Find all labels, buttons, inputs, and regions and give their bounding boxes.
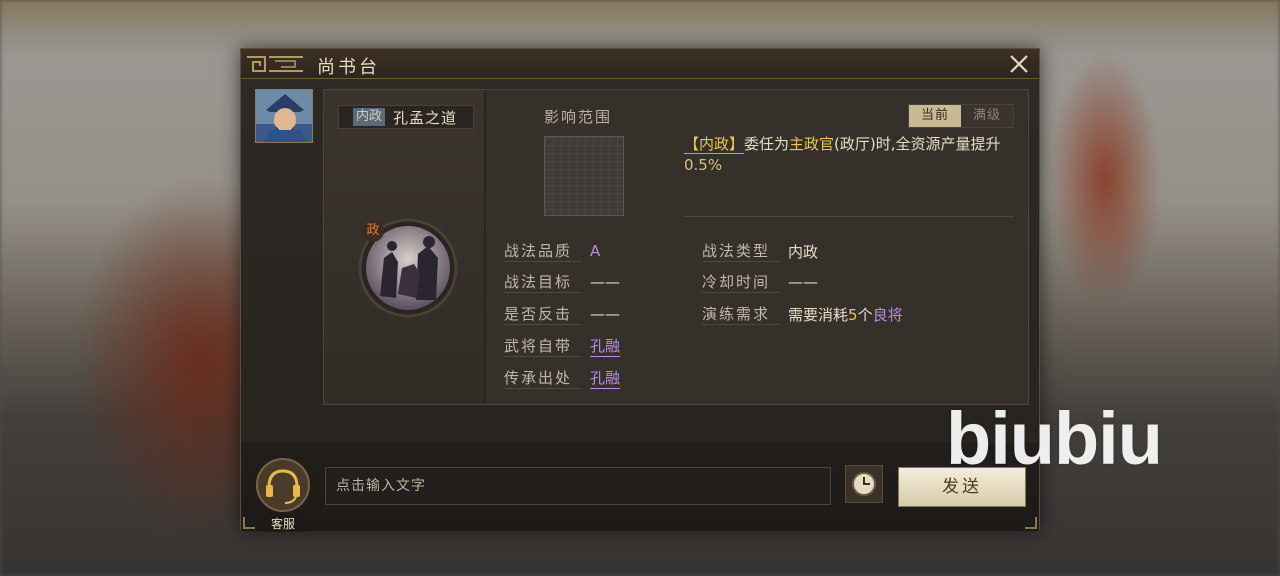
title-ornament-icon — [247, 56, 303, 72]
description-text-1: 委任为 — [744, 135, 790, 153]
description-percent: 0.5% — [684, 156, 723, 174]
req-unit: 个 — [857, 305, 873, 324]
attr-value: —— — [590, 305, 620, 323]
toggle-max-button[interactable]: 满级 — [961, 105, 1013, 127]
description-highlight: 主政官 — [789, 135, 835, 153]
attr-skill-type: 战法类型 内政 — [702, 240, 818, 262]
chat-bar: 客服 点击输入文字 发送 — [241, 443, 1039, 532]
description-text-2: (政厅)时,全资源产量提升 — [834, 135, 1001, 153]
attr-counter: 是否反击 —— — [504, 303, 620, 325]
attr-value: A — [590, 242, 601, 260]
headset-icon — [256, 458, 310, 512]
description-tag: 【内政】 — [684, 135, 745, 154]
dialog-title: 尚书台 — [317, 57, 380, 78]
description-divider — [684, 216, 1014, 217]
skill-description: 【内政】委任为主政官(政厅)时,全资源产量提升 0.5% — [684, 134, 1024, 176]
skill-name-tab[interactable]: 内政 孔孟之道 — [338, 105, 474, 129]
skill-right-column: 影响范围 当前 满级 【内政】委任为主政官(政厅)时,全资源产量提升 0.5% 战… — [488, 90, 1028, 404]
attr-inherit-source: 传承出处 孔融 — [504, 367, 621, 389]
skill-name: 孔孟之道 — [393, 108, 458, 127]
general-avatar[interactable] — [255, 89, 313, 143]
attr-quality: 战法品质 A — [504, 240, 600, 262]
toggle-current-button[interactable]: 当前 — [909, 105, 961, 127]
skill-content-panel: 内政 孔孟之道 政 影响范围 当前 满级 【内政】委任为主政官(政厅)时,全资源… — [323, 89, 1029, 405]
customer-service-label: 客服 — [261, 515, 305, 532]
attr-target: 战法目标 —— — [504, 271, 620, 293]
history-button[interactable] — [845, 465, 883, 503]
attr-label: 是否反击 — [504, 303, 582, 325]
range-label: 影响范围 — [544, 108, 613, 126]
skill-left-column: 内政 孔孟之道 政 — [324, 90, 486, 404]
attr-value: 需要消耗5个良将 — [788, 304, 903, 325]
attr-cooldown: 冷却时间 —— — [702, 271, 818, 293]
range-grid — [544, 136, 624, 216]
dialog-titlebar: 尚书台 — [241, 49, 1039, 79]
attr-value: —— — [590, 273, 620, 291]
watermark-logo: biubiu — [946, 397, 1163, 480]
skill-detail-dialog: 尚书台 内政 孔孟之道 政 影响范围 当前 满级 【内政】委任为主政官(政厅)时… — [240, 48, 1040, 532]
level-toggle: 当前 满级 — [908, 104, 1014, 128]
clock-icon — [852, 472, 876, 496]
attr-label: 战法类型 — [702, 240, 780, 262]
attr-label: 武将自带 — [504, 335, 582, 357]
attr-value: —— — [788, 273, 818, 291]
close-icon[interactable] — [1007, 52, 1031, 76]
attr-label: 战法目标 — [504, 271, 582, 293]
req-count: 5 — [848, 305, 858, 324]
skill-type-tag: 内政 — [353, 108, 386, 126]
customer-service-button[interactable]: 客服 — [255, 457, 311, 532]
chat-input[interactable]: 点击输入文字 — [325, 467, 831, 505]
innate-general-link[interactable]: 孔融 — [590, 335, 621, 357]
req-rank: 良将 — [872, 305, 903, 324]
attr-label: 战法品质 — [504, 240, 582, 262]
attr-label: 冷却时间 — [702, 271, 780, 293]
attr-label: 传承出处 — [504, 367, 582, 389]
corner-ornament — [243, 517, 255, 529]
attr-label: 演练需求 — [702, 303, 780, 325]
req-prefix: 需要消耗 — [788, 305, 849, 324]
attr-innate-general: 武将自带 孔融 — [504, 335, 621, 357]
attr-value: 内政 — [788, 242, 819, 261]
inherit-source-link[interactable]: 孔融 — [590, 367, 621, 389]
corner-ornament — [1025, 517, 1037, 529]
attr-training-requirement: 演练需求 需要消耗5个良将 — [702, 303, 903, 325]
skill-icon-badge: 政 — [362, 220, 384, 242]
skill-icon: 政 — [358, 218, 458, 318]
